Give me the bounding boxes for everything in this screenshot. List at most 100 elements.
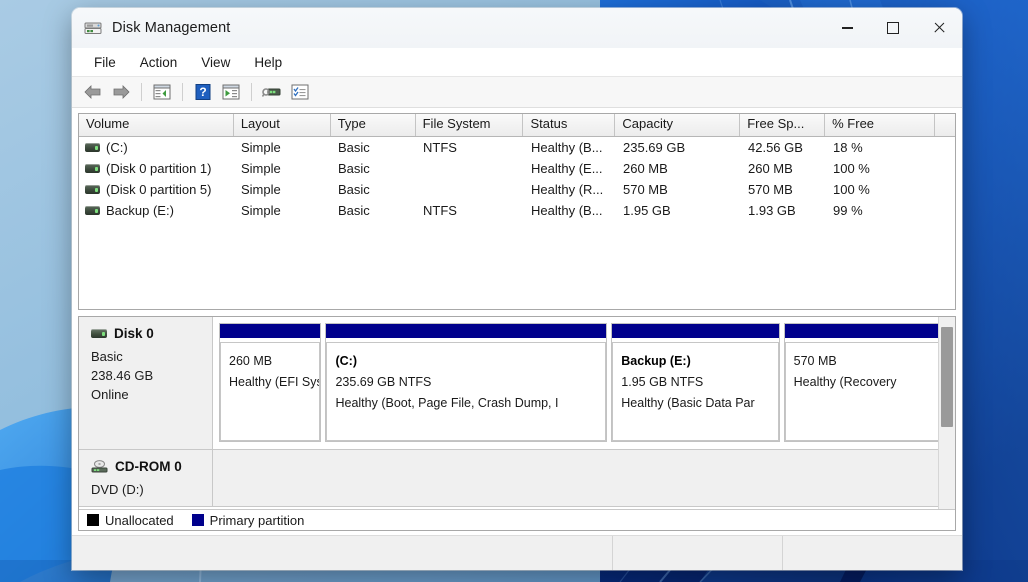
legend-label-unallocated: Unallocated <box>105 513 174 528</box>
minimize-icon <box>842 27 853 28</box>
partition-efi-size: 260 MB <box>229 351 313 372</box>
disk0-info-panel[interactable]: Disk 0 Basic 238.46 GB Online <box>79 317 213 449</box>
column-header-layout[interactable]: Layout <box>234 114 331 136</box>
partition-efi[interactable]: 260 MB Healthy (EFI Sys <box>219 323 321 442</box>
column-header-free-space[interactable]: Free Sp... <box>740 114 825 136</box>
hard-disk-icon <box>91 329 107 338</box>
volume-icon <box>85 164 100 173</box>
volume-list-header: Volume Layout Type File System Status Ca… <box>79 114 955 137</box>
partition-c-size: 235.69 GB NTFS <box>335 372 599 393</box>
cdrom0-info-panel[interactable]: CD-ROM 0 DVD (D:) <box>79 450 213 506</box>
menu-bar: File Action View Help <box>72 48 962 77</box>
column-header-percent-free[interactable]: % Free <box>825 114 935 136</box>
close-button[interactable] <box>916 8 962 48</box>
back-icon <box>83 84 103 100</box>
cell-capacity: 1.95 GB <box>616 203 741 218</box>
title-bar[interactable]: Disk Management <box>72 8 962 48</box>
partition-recovery-body: 570 MB Healthy (Recovery <box>785 342 950 441</box>
graphical-view-scrollbar-thumb[interactable] <box>941 327 953 427</box>
cell-volume-label: (Disk 0 partition 1) <box>106 161 211 176</box>
disk-management-icon <box>84 19 102 37</box>
status-bar <box>72 535 962 570</box>
disk-row-cdrom0[interactable]: CD-ROM 0 DVD (D:) <box>79 450 955 507</box>
disk0-type: Basic <box>91 347 212 366</box>
column-header-status[interactable]: Status <box>523 114 615 136</box>
disk0-title: Disk 0 <box>91 326 212 341</box>
cdrom0-empty-area[interactable] <box>213 450 955 506</box>
cell-file-system: NTFS <box>416 140 524 155</box>
menu-action[interactable]: Action <box>130 52 190 73</box>
column-header-type[interactable]: Type <box>331 114 416 136</box>
cell-status: Healthy (B... <box>524 140 616 155</box>
toolbar-separator-2 <box>182 83 183 101</box>
column-header-volume[interactable]: Volume <box>79 114 234 136</box>
partition-backup-e-status: Healthy (Basic Data Par <box>621 393 771 414</box>
cell-capacity: 235.69 GB <box>616 140 741 155</box>
cdrom0-title: CD-ROM 0 <box>91 459 212 474</box>
disk-row-disk0[interactable]: Disk 0 Basic 238.46 GB Online 260 MB Hea… <box>79 317 955 450</box>
cell-file-system: NTFS <box>416 203 524 218</box>
menu-file[interactable]: File <box>84 52 128 73</box>
partition-backup-e-size: 1.95 GB NTFS <box>621 372 771 393</box>
graphical-disk-view: Disk 0 Basic 238.46 GB Online 260 MB Hea… <box>78 316 956 531</box>
disk0-size: 238.46 GB <box>91 366 212 385</box>
cell-volume-label: (Disk 0 partition 5) <box>106 182 211 197</box>
volume-icon <box>85 206 100 215</box>
volume-icon <box>85 185 100 194</box>
toolbar-separator-1 <box>141 83 142 101</box>
cell-percent-free: 100 % <box>826 161 936 176</box>
graphical-view-scrollbar[interactable] <box>938 317 955 509</box>
partition-c[interactable]: (C:) 235.69 GB NTFS Healthy (Boot, Page … <box>325 323 607 442</box>
column-header-spacer[interactable] <box>935 114 955 136</box>
cell-capacity: 570 MB <box>616 182 741 197</box>
window-controls <box>824 8 962 48</box>
cell-volume: (C:) <box>79 140 234 155</box>
volume-list-pane: Volume Layout Type File System Status Ca… <box>78 113 956 310</box>
partition-recovery[interactable]: 570 MB Healthy (Recovery <box>784 323 951 442</box>
status-bar-section-main <box>72 536 612 570</box>
forward-button[interactable] <box>108 80 134 104</box>
show-hide-console-tree-button[interactable] <box>149 80 175 104</box>
rescan-disks-button[interactable] <box>259 80 285 104</box>
action-list-button[interactable] <box>287 80 313 104</box>
volume-list-rows: (C:) Simple Basic NTFS Healthy (B... 235… <box>79 137 955 221</box>
table-row[interactable]: (C:) Simple Basic NTFS Healthy (B... 235… <box>79 137 955 158</box>
cell-capacity: 260 MB <box>616 161 741 176</box>
cell-layout: Simple <box>234 161 331 176</box>
table-row[interactable]: (Disk 0 partition 1) Simple Basic Health… <box>79 158 955 179</box>
cell-free-space: 42.56 GB <box>741 140 826 155</box>
partition-recovery-bar <box>785 324 950 340</box>
cell-type: Basic <box>331 140 416 155</box>
legend-swatch-unallocated <box>87 514 99 526</box>
partition-efi-status: Healthy (EFI Sys <box>229 372 313 393</box>
menu-view[interactable]: View <box>191 52 242 73</box>
legend: Unallocated Primary partition <box>79 509 955 530</box>
title-bar-left: Disk Management <box>72 19 230 37</box>
minimize-button[interactable] <box>824 8 870 48</box>
toolbar-separator-3 <box>251 83 252 101</box>
table-row[interactable]: Backup (E:) Simple Basic NTFS Healthy (B… <box>79 200 955 221</box>
legend-label-primary-partition: Primary partition <box>210 513 305 528</box>
table-row[interactable]: (Disk 0 partition 5) Simple Basic Health… <box>79 179 955 200</box>
maximize-button[interactable] <box>870 8 916 48</box>
cdrom0-type: DVD (D:) <box>91 480 212 499</box>
disk0-name: Disk 0 <box>114 326 154 341</box>
disk0-state: Online <box>91 385 212 404</box>
partition-c-status: Healthy (Boot, Page File, Crash Dump, I <box>335 393 599 414</box>
partition-backup-e[interactable]: Backup (E:) 1.95 GB NTFS Healthy (Basic … <box>611 323 779 442</box>
column-header-capacity[interactable]: Capacity <box>615 114 740 136</box>
cell-type: Basic <box>331 203 416 218</box>
partition-backup-e-label: Backup (E:) <box>621 351 771 372</box>
properties-button[interactable] <box>218 80 244 104</box>
cell-type: Basic <box>331 161 416 176</box>
back-button[interactable] <box>80 80 106 104</box>
show-hide-console-tree-icon <box>153 84 171 100</box>
properties-icon <box>222 84 240 100</box>
help-button[interactable]: ? <box>190 80 216 104</box>
partition-recovery-status: Healthy (Recovery <box>794 372 943 393</box>
disk0-partitions: 260 MB Healthy (EFI Sys (C:) 235.69 GB N… <box>213 317 955 449</box>
menu-help[interactable]: Help <box>244 52 294 73</box>
cell-type: Basic <box>331 182 416 197</box>
cell-free-space: 260 MB <box>741 161 826 176</box>
column-header-file-system[interactable]: File System <box>416 114 524 136</box>
